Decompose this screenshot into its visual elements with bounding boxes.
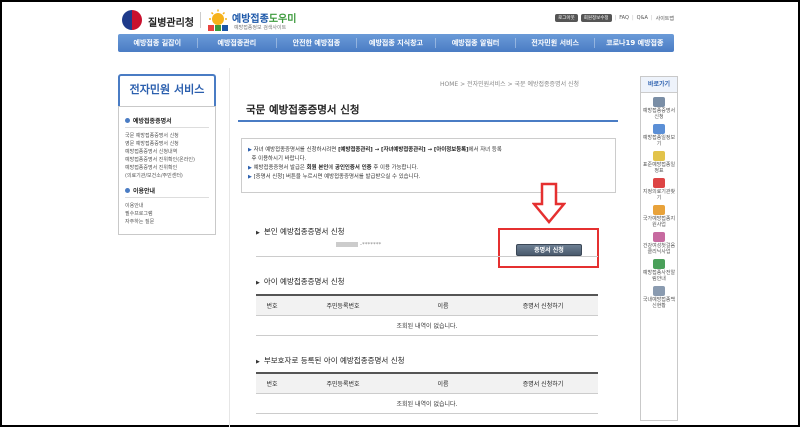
notice-line-2: ▶ 예방접종증명서 발급은 회원 본인에 공인인증서 인증 후 이용 가능합니다… bbox=[248, 165, 419, 171]
content-divider bbox=[229, 68, 230, 427]
hospital-icon bbox=[653, 178, 665, 188]
calendar-icon bbox=[653, 124, 665, 134]
breadcrumb: HOME > 전자민원서비스 > 국문 예방접종증명서 신청 bbox=[440, 81, 580, 88]
highlight-box bbox=[498, 228, 599, 268]
sidebar-item-guide[interactable]: 이용안내 bbox=[125, 202, 209, 210]
empty-message: 조회된 내역이 없습니다. bbox=[256, 315, 598, 336]
quick-link-alert[interactable]: 예방접종사전알림안내 bbox=[641, 259, 677, 282]
guardian-section-title: ▶ 부보호자로 등록된 아이 예방접종증명서 신청 bbox=[256, 356, 405, 365]
sidebar-item-verify-online[interactable]: 예방접종증명서 진위확인(온라인) bbox=[125, 156, 209, 164]
sidebar-item-verify[interactable]: 예방접종증명서 진위확인 bbox=[125, 164, 209, 172]
section-divider bbox=[256, 256, 598, 257]
nav-covid19[interactable]: 코로나19 예방접종 bbox=[595, 38, 674, 48]
quick-link-certificate[interactable]: 예방접종증명서 신청 bbox=[641, 97, 677, 120]
triangle-icon: ▶ bbox=[248, 174, 252, 180]
org-name[interactable]: 질병관리청 bbox=[148, 14, 194, 29]
quick-link-find-clinic[interactable]: 지정의료기관찾기 bbox=[641, 178, 677, 201]
utility-links: 로그아웃 회원정보수정 | FAQ | Q&A | 사이트맵 bbox=[555, 14, 674, 22]
nip-logo-icon[interactable] bbox=[206, 9, 230, 33]
sidebar-item-english-cert[interactable]: 영문 예방접종증명서 신청 bbox=[125, 140, 209, 148]
nav-knowledge[interactable]: 예방접종 지식창고 bbox=[357, 38, 437, 48]
header-divider bbox=[200, 12, 201, 28]
col-resident-id: 주민등록번호 bbox=[288, 372, 398, 394]
col-name: 이름 bbox=[398, 372, 488, 394]
support-icon bbox=[653, 205, 665, 215]
sidebar-group-label: 이용안내 bbox=[133, 188, 156, 195]
util-divider: | bbox=[631, 15, 634, 21]
site-title[interactable]: 예방접종도우미 bbox=[232, 10, 296, 25]
left-sidebar: 전자민원 서비스 예방접종증명서 국문 예방접종증명서 신청 영문 예방접종증명… bbox=[118, 74, 216, 235]
main-navigation: 예방접종 길잡이 예방접종관리 안전한 예방접종 예방접종 지식창고 예방접종 … bbox=[118, 34, 674, 52]
sidebar-group-head: 예방접종증명서 bbox=[125, 116, 209, 128]
sidebar-group-head: 이용안내 bbox=[125, 186, 209, 198]
down-arrow-icon bbox=[532, 182, 566, 224]
col-resident-id: 주민등록번호 bbox=[288, 294, 398, 316]
quick-link-schedule[interactable]: 예방접종일정보기 bbox=[641, 124, 677, 147]
document-icon bbox=[653, 151, 665, 161]
speaker-icon bbox=[653, 259, 665, 269]
quick-link-vaccine-status[interactable]: 국내예방접종백신현황 bbox=[641, 286, 677, 309]
quick-link-national-support[interactable]: 국가예방접종지원사업 bbox=[641, 205, 677, 228]
nav-notice[interactable]: 예방접종 알림터 bbox=[436, 38, 516, 48]
nav-guide[interactable]: 예방접종 길잡이 bbox=[118, 38, 198, 48]
col-request: 증명서 신청하기 bbox=[488, 372, 598, 394]
kdca-logo-icon[interactable] bbox=[122, 10, 142, 30]
faq-link[interactable]: FAQ bbox=[619, 15, 629, 21]
col-request: 증명서 신청하기 bbox=[488, 294, 598, 316]
quick-link-women-clinic[interactable]: 건강여성첫걸음클리닉사업 bbox=[641, 232, 677, 255]
printer-icon bbox=[653, 97, 665, 107]
table-row: 조회된 내역이 없습니다. bbox=[256, 393, 598, 414]
self-section-title: ▶ 본인 예방접종증명서 신청 bbox=[256, 227, 345, 236]
nav-e-civil-service[interactable]: 전자민원 서비스 bbox=[516, 38, 596, 48]
masked-resident-id: -******* bbox=[336, 242, 381, 248]
table-row: 조회된 내역이 없습니다. bbox=[256, 315, 598, 336]
empty-message: 조회된 내역이 없습니다. bbox=[256, 393, 598, 414]
sidebar-item-verify-sub[interactable]: (의료기관/보건소/주민센터) bbox=[125, 172, 209, 180]
page-title: 국문 예방접종증명서 신청 bbox=[246, 104, 360, 116]
bullet-icon bbox=[125, 188, 130, 193]
masked-block bbox=[336, 242, 358, 247]
triangle-icon: ▶ bbox=[256, 280, 260, 286]
sitemap-link[interactable]: 사이트맵 bbox=[656, 15, 674, 22]
sidebar-item-programs[interactable]: 필수프로그램 bbox=[125, 210, 209, 218]
quick-links-title: 바로가기 bbox=[641, 77, 677, 93]
guardian-table: 번호 주민등록번호 이름 증명서 신청하기 조회된 내역이 없습니다. bbox=[256, 372, 598, 414]
triangle-icon: ▶ bbox=[248, 165, 252, 171]
vaccine-icon bbox=[653, 286, 665, 296]
quick-links-panel: 바로가기 예방접종증명서 신청 예방접종일정보기 표준예방접종일정표 지정의료기… bbox=[640, 76, 678, 421]
site-header: 질병관리청 예방접종도우미 예방접종정보 검색사이트 로그아웃 회원정보수정 |… bbox=[118, 6, 678, 36]
notice-line-1: ▶ 자녀 예방접종증명서를 신청하시려면 [예방접종관리] → [자녀예방접종관… bbox=[248, 147, 502, 162]
sidebar-item-korean-cert[interactable]: 국문 예방접종증명서 신청 bbox=[125, 132, 209, 140]
util-divider: | bbox=[650, 15, 653, 21]
edit-member-button[interactable]: 회원정보수정 bbox=[580, 14, 612, 22]
logout-button[interactable]: 로그아웃 bbox=[555, 14, 578, 22]
table-header-row: 번호 주민등록번호 이름 증명서 신청하기 bbox=[256, 372, 598, 394]
sidebar-body: 예방접종증명서 국문 예방접종증명서 신청 영문 예방접종증명서 신청 예방접종… bbox=[118, 106, 216, 235]
bullet-icon bbox=[125, 118, 130, 123]
triangle-icon: ▶ bbox=[256, 230, 260, 236]
table-header-row: 번호 주민등록번호 이름 증명서 신청하기 bbox=[256, 294, 598, 316]
col-number: 번호 bbox=[256, 294, 288, 316]
notice-line-3: ▶ [증명서 신청] 버튼을 누르시면 예방접종증명서를 발급받으실 수 있습니… bbox=[248, 174, 421, 180]
sidebar-item-faq[interactable]: 자주하는 질문 bbox=[125, 218, 209, 226]
title-underline bbox=[238, 120, 618, 122]
site-subtitle: 예방접종정보 검색사이트 bbox=[234, 25, 287, 31]
quick-link-standard-schedule[interactable]: 표준예방접종일정표 bbox=[641, 151, 677, 174]
nav-management[interactable]: 예방접종관리 bbox=[198, 38, 278, 48]
clinic-icon bbox=[653, 232, 665, 242]
sidebar-item-history[interactable]: 예방접종증명서 신청내역 bbox=[125, 148, 209, 156]
sidebar-group-label: 예방접종증명서 bbox=[133, 118, 172, 125]
triangle-icon: ▶ bbox=[248, 147, 252, 153]
qna-link[interactable]: Q&A bbox=[637, 15, 648, 21]
util-divider: | bbox=[614, 15, 617, 21]
child-section-title: ▶ 아이 예방접종증명서 신청 bbox=[256, 277, 345, 286]
triangle-icon: ▶ bbox=[256, 359, 260, 365]
col-number: 번호 bbox=[256, 372, 288, 394]
sidebar-title: 전자민원 서비스 bbox=[118, 74, 216, 106]
nav-safe-vaccination[interactable]: 안전한 예방접종 bbox=[277, 38, 357, 48]
col-name: 이름 bbox=[398, 294, 488, 316]
child-table: 번호 주민등록번호 이름 증명서 신청하기 조회된 내역이 없습니다. bbox=[256, 294, 598, 336]
